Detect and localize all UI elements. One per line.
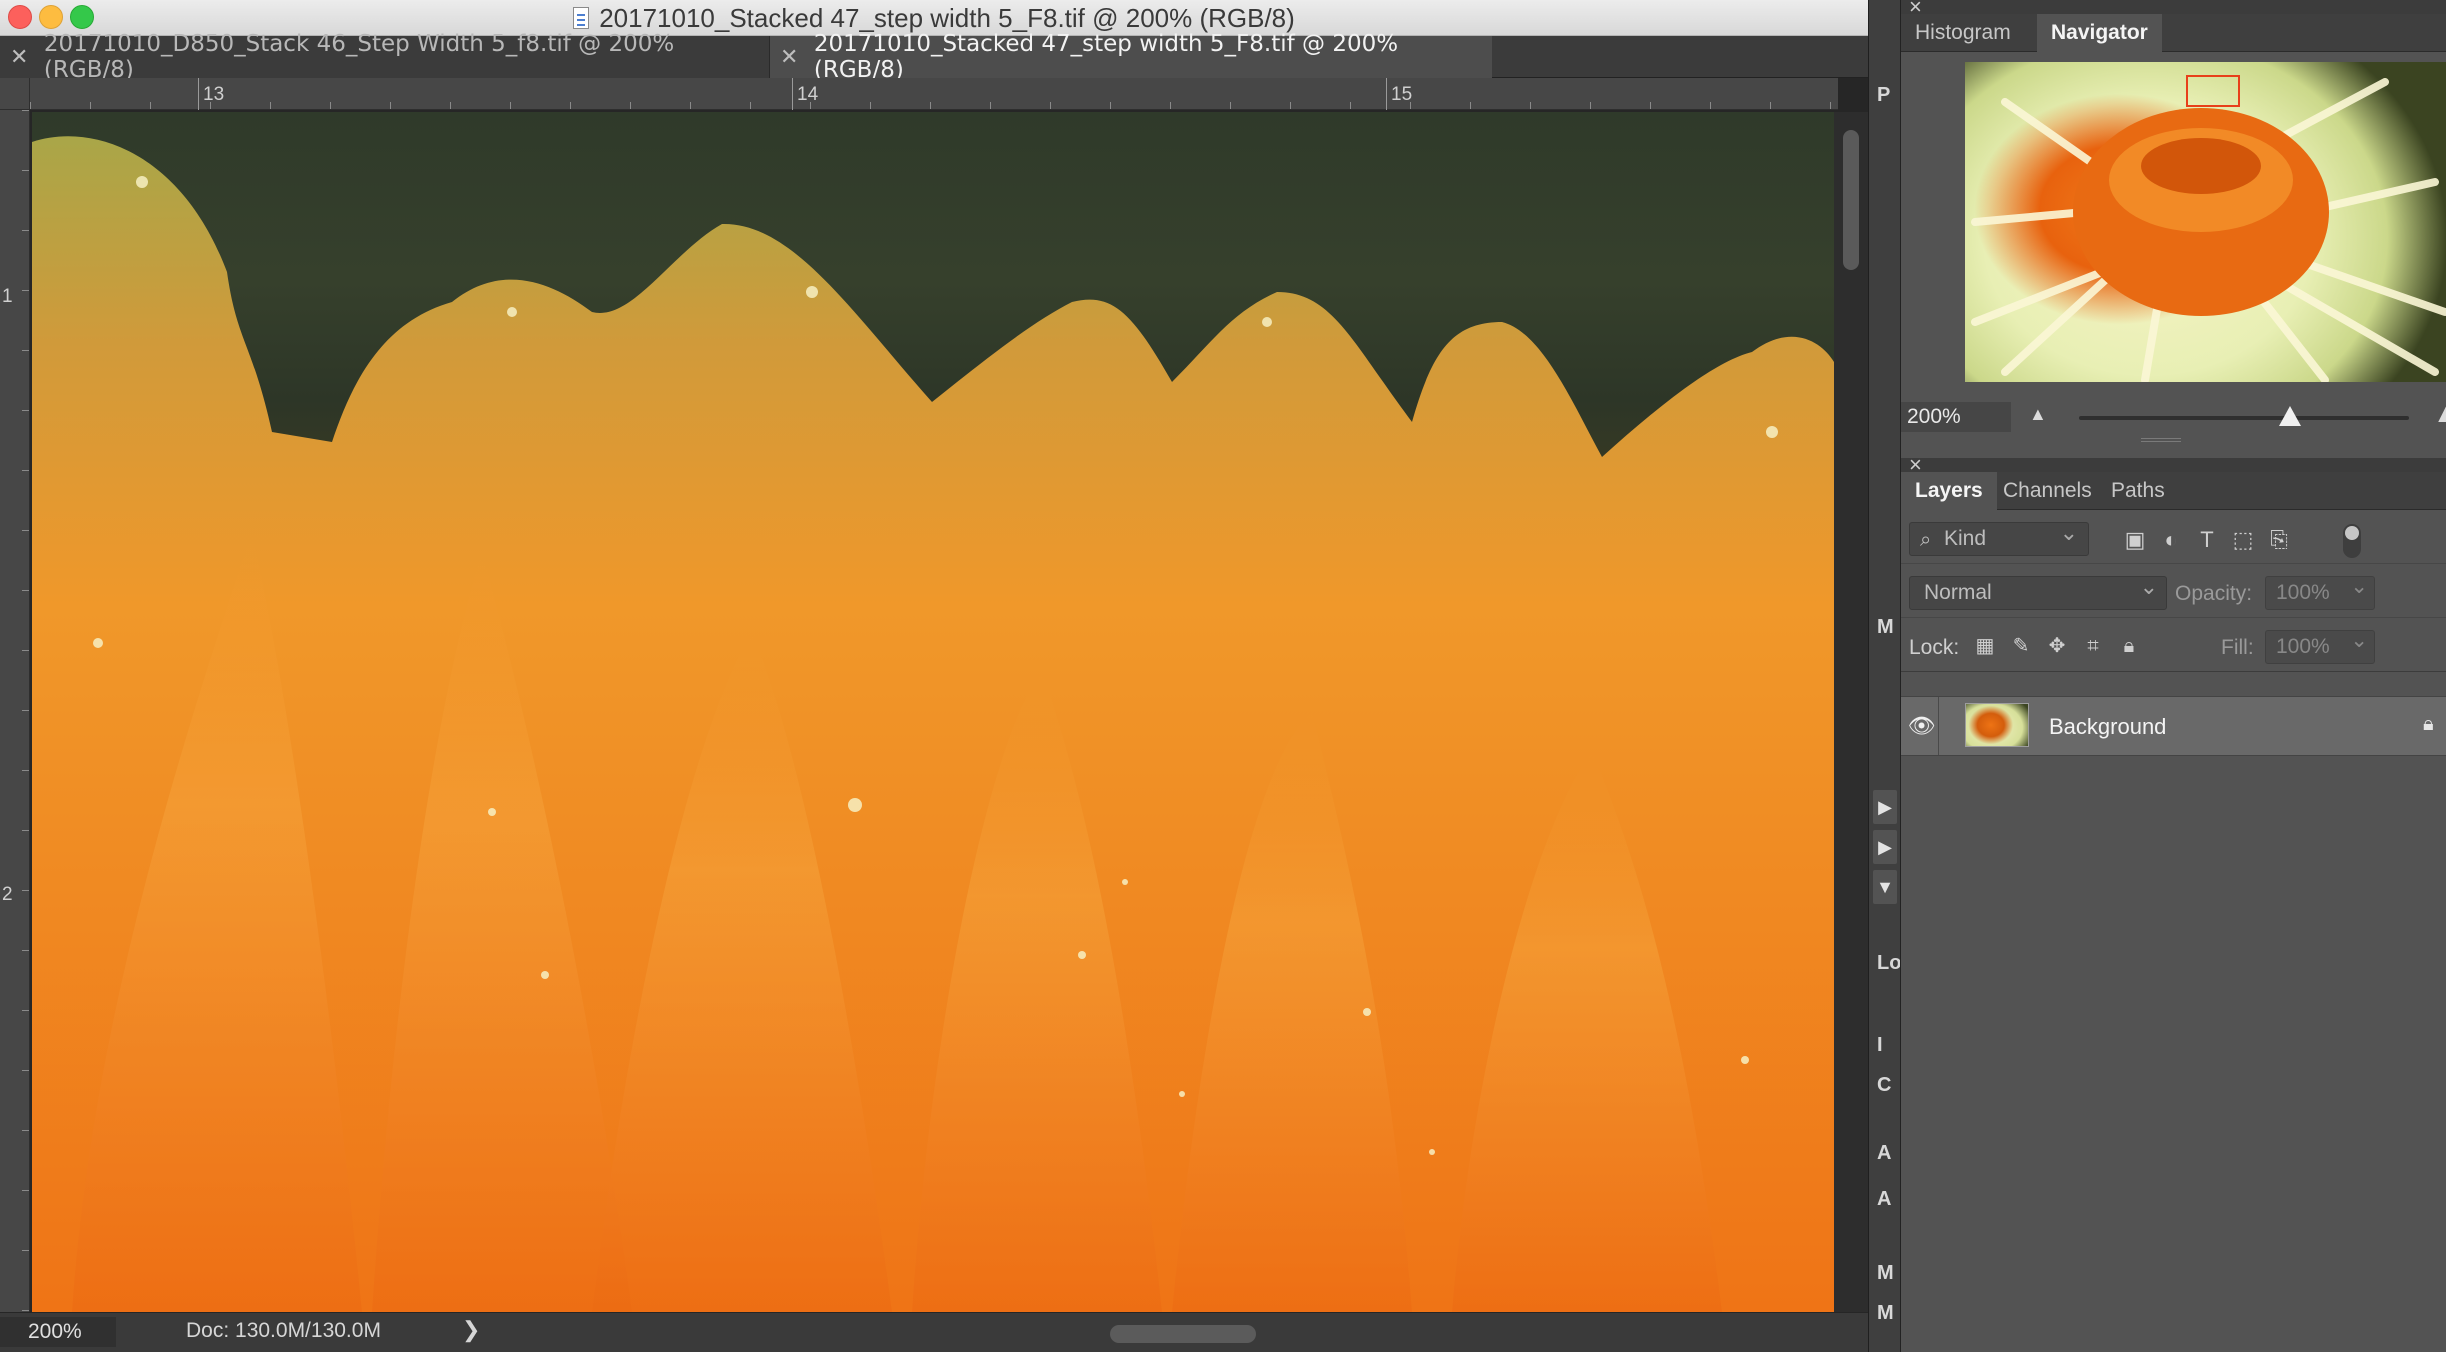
navigator-zoom-slider[interactable] — [2079, 406, 2409, 426]
document-tab-bar: ✕ 20171010_D850_Stack 46_Step Width 5_f8… — [0, 31, 1868, 83]
adjustment-filter-icon[interactable]: ◐ — [2157, 526, 2185, 554]
image-filter-icon[interactable]: ▣ — [2121, 526, 2149, 554]
horizontal-scroll-thumb[interactable] — [1110, 1325, 1256, 1343]
navigator-panel: 200% ▲ ▲ — [1901, 54, 2446, 446]
collapsed-panel-label[interactable]: M — [1877, 1262, 1894, 1285]
window-title: 20171010_Stacked 47_step width 5_F8.tif … — [599, 2, 1295, 33]
flower-petals-image — [32, 136, 1834, 1312]
vertical-scroll-thumb[interactable] — [1843, 130, 1859, 270]
fill-input[interactable]: 100% — [2265, 625, 2375, 664]
collapsed-panel-label[interactable]: A — [1877, 1188, 1891, 1211]
ruler-label: 2 — [2, 884, 13, 905]
lock-fill-row: Lock: ▦ ✎ ✥ ⌗ 🔒︎ Fill: 100% — [1901, 620, 2446, 672]
ruler-major-tick — [1386, 78, 1387, 110]
navigator-panel-closebar: × — [1901, 0, 2446, 19]
close-tab-icon[interactable]: ✕ — [780, 45, 804, 70]
zoom-in-mountain-icon[interactable]: ▲ — [2433, 398, 2446, 429]
ruler-label: 1 — [2, 286, 13, 307]
tab-navigator[interactable]: Navigator — [2037, 14, 2162, 52]
collapsed-panel-label[interactable]: M — [1877, 1302, 1894, 1325]
tab-layers[interactable]: Layers — [1901, 472, 1997, 510]
status-bar: 200% Doc: 130.0M/130.0M ❯ — [0, 1312, 1868, 1352]
fill-label: Fill: — [2221, 636, 2254, 659]
status-zoom-field[interactable]: 200% — [0, 1317, 116, 1347]
panel-resize-grip[interactable] — [2141, 438, 2181, 442]
ruler-origin[interactable] — [0, 78, 30, 110]
ruler-label: 14 — [797, 84, 819, 105]
layers-panel-closebar: × — [1901, 452, 2446, 477]
flower-thumbnail-image — [1971, 75, 2446, 382]
layer-thumbnail — [1965, 703, 2029, 747]
collapsed-panel-label[interactable]: I — [1877, 1034, 1883, 1057]
document-window: 20171010_Stacked 47_step width 5_F8.tif … — [0, 0, 1868, 1352]
lock-label: Lock: — [1909, 636, 1960, 659]
right-panel-column: × Histogram Navigator 200% ▲ ▲ × Layers … — [1900, 0, 2446, 1352]
smart-object-filter-icon[interactable]: ⎘ — [2265, 526, 2293, 554]
document-tab-label: 20171010_Stacked 47_step width 5_F8.tif … — [813, 31, 1399, 83]
opacity-input[interactable]: 100% — [2265, 571, 2375, 610]
blend-mode-select[interactable]: Normal — [1909, 571, 2167, 610]
eye-visibility-icon[interactable]: 👁︎ — [1905, 697, 1939, 755]
zoom-out-mountain-icon[interactable]: ▲ — [2029, 404, 2047, 425]
image-canvas[interactable] — [32, 112, 1834, 1312]
kind-filter-value: Kind — [1944, 527, 1987, 550]
ruler-label: 15 — [1391, 84, 1413, 105]
tab-paths[interactable]: Paths — [2097, 472, 2179, 510]
type-filter-icon[interactable]: T — [2193, 526, 2221, 554]
layers-panel: × Layers Channels Paths ⌕ Kind ▣ ◐ T ⬚ ⎘… — [1901, 452, 2446, 1352]
document-tab-label: 20171010_D850_Stack 46_Step Width 5_f8.t… — [43, 31, 675, 83]
ruler-label: 13 — [203, 84, 225, 105]
collapsed-panel-label[interactable]: M — [1877, 616, 1894, 639]
panel-expand-icon[interactable]: ▶ — [1873, 790, 1897, 824]
tab-channels[interactable]: Channels — [1989, 472, 2106, 510]
zoom-slider-handle[interactable] — [2279, 406, 2301, 426]
horizontal-ruler[interactable] — [30, 78, 1838, 110]
layer-lock-icon[interactable]: 🔒︎ — [2423, 713, 2434, 736]
blend-opacity-row: Normal Opacity: 100% — [1901, 566, 2446, 618]
lock-position-move-icon[interactable]: ✥ — [2043, 632, 2071, 660]
navigator-zoom-field[interactable]: 200% — [1901, 402, 2011, 432]
opacity-label: Opacity: — [2175, 582, 2253, 605]
collapsed-panel-dock: P M ▶ ▶ ▼ Lo I C A A M M — [1868, 0, 1901, 1352]
lock-transparency-icon[interactable]: ▦ — [1971, 632, 1999, 660]
document-tab-active[interactable]: ✕ 20171010_Stacked 47_step width 5_F8.ti… — [770, 31, 1492, 83]
layer-filter-toolbar: ⌕ Kind ▣ ◐ T ⬚ ⎘ — [1901, 512, 2446, 564]
ruler-major-tick — [198, 78, 199, 110]
document-size-info[interactable]: Doc: 130.0M/130.0M — [186, 1319, 381, 1343]
navigator-panel-tabs: Histogram Navigator — [1901, 14, 2446, 52]
lock-all-icon[interactable]: 🔒︎ — [2115, 632, 2143, 660]
lock-paint-brush-icon[interactable]: ✎ — [2007, 632, 2035, 660]
shape-filter-icon[interactable]: ⬚ — [2229, 526, 2257, 554]
ruler-major-tick — [792, 78, 793, 110]
layer-name[interactable]: Background — [2049, 714, 2166, 740]
layer-row-background[interactable]: 👁︎ Background 🔒︎ — [1901, 696, 2446, 756]
collapsed-panel-label[interactable]: A — [1877, 1142, 1891, 1165]
document-tab[interactable]: ✕ 20171010_D850_Stack 46_Step Width 5_f8… — [0, 31, 770, 83]
tab-histogram[interactable]: Histogram — [1901, 14, 2025, 52]
panel-expand-icon[interactable]: ▶ — [1873, 830, 1897, 864]
navigator-preview[interactable] — [1965, 62, 2446, 382]
filter-toggle-switch[interactable] — [2343, 524, 2361, 558]
vertical-scrollbar[interactable] — [1834, 112, 1868, 1312]
close-tab-icon[interactable]: ✕ — [10, 45, 34, 70]
status-menu-arrow-icon[interactable]: ❯ — [462, 1317, 480, 1343]
search-icon: ⌕ — [1920, 529, 1932, 551]
navigator-view-box[interactable] — [2186, 75, 2240, 107]
layers-panel-tabs: Layers Channels Paths — [1901, 472, 2446, 510]
panel-collapse-icon[interactable]: ▼ — [1873, 870, 1897, 904]
collapsed-panel-label[interactable]: P — [1877, 84, 1890, 107]
lock-artboard-icon[interactable]: ⌗ — [2079, 632, 2107, 660]
collapsed-panel-label[interactable]: Lo — [1877, 952, 1901, 975]
collapsed-panel-label[interactable]: C — [1877, 1074, 1891, 1097]
tif-file-icon — [573, 7, 590, 29]
kind-filter-select[interactable]: ⌕ Kind — [1909, 517, 2089, 556]
